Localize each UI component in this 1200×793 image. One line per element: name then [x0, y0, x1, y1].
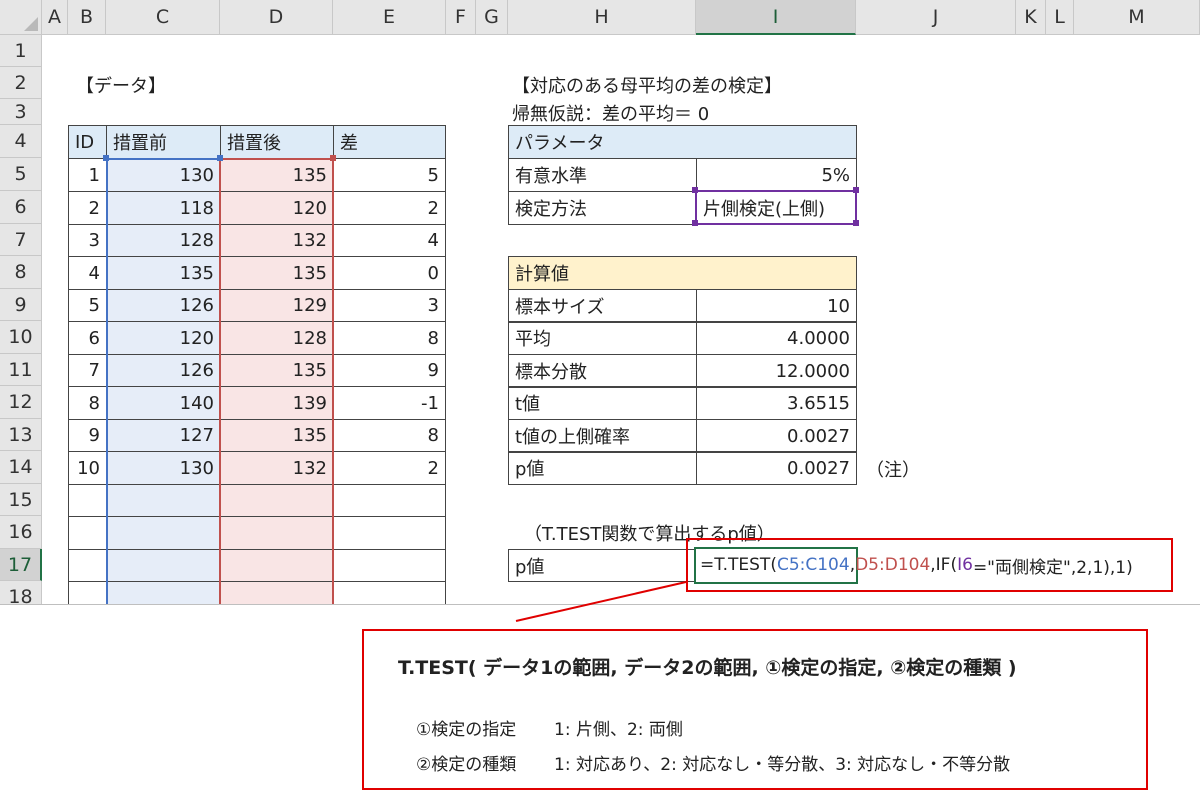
callout-title: T.TEST( データ1の範囲, データ2の範囲, ①検定の指定, ②検定の種類…: [398, 657, 1017, 679]
callout-line2-label: ②検定の種類: [416, 755, 517, 775]
callout-line1-label: ①検定の指定: [416, 720, 517, 740]
callout-line2-text: 1: 対応あり、2: 対応なし・等分散、3: 対応なし・不等分散: [554, 755, 1011, 775]
callout-line1-text: 1: 片側、2: 両側: [554, 720, 683, 740]
callout-box: T.TEST( データ1の範囲, データ2の範囲, ①検定の指定, ②検定の種類…: [362, 629, 1148, 790]
